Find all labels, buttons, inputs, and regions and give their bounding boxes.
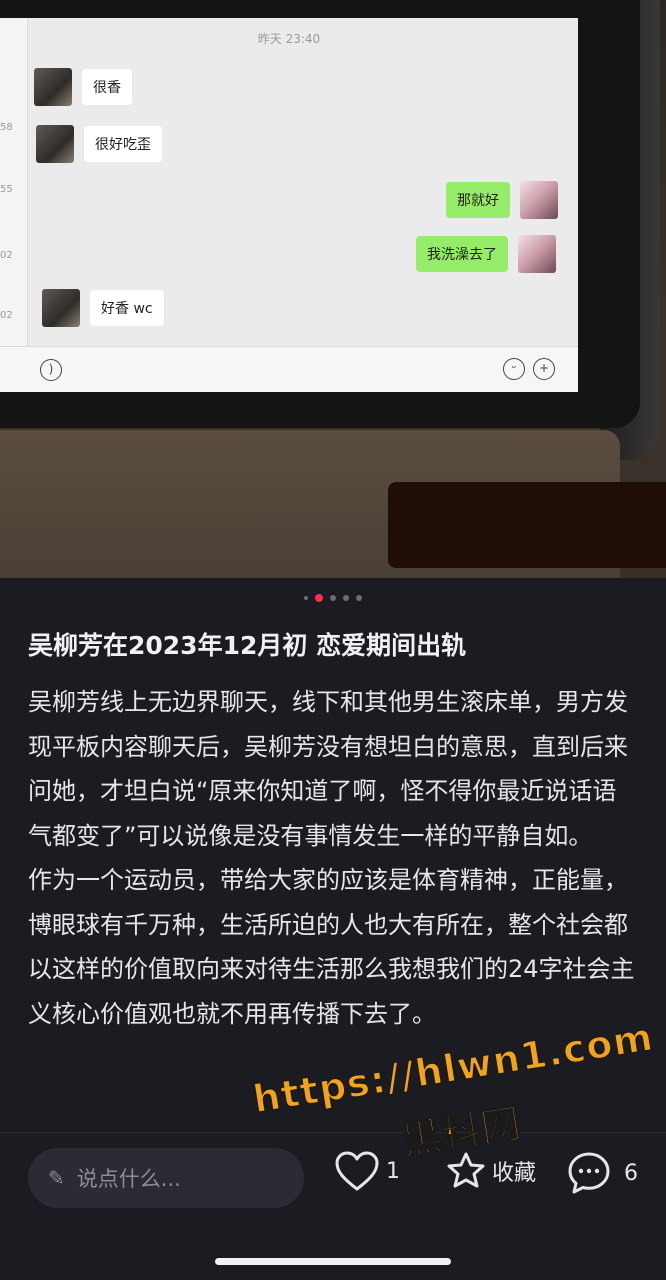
post-paragraph: 作为一个运动员，带给大家的应该是体育精神，正能量，博眼球有千万种，生活所迫的人也… [28,866,635,1028]
strip-time: 55 [0,184,13,195]
collect-button[interactable]: 收藏 [446,1150,536,1192]
chat-message: 很好吃歪 [36,125,172,163]
avatar [518,235,556,273]
star-icon [446,1150,486,1192]
chat-message: 那就好 [436,181,558,219]
chat-message: 好香 wc [42,289,174,327]
strip-time: 02 [0,310,13,321]
message-bubble: 很香 [82,69,132,105]
avatar [36,125,74,163]
home-indicator[interactable] [215,1258,451,1265]
pager-dot-active [315,594,323,602]
comment-input[interactable]: ✎ 说点什么... [28,1148,304,1208]
post-paragraph: 吴柳芳线上无边界聊天，线下和其他男生滚床单，男方发现平板内容聊天后，吴柳芳没有想… [28,688,628,850]
voice-icon: ) [40,359,62,381]
message-bubble: 很好吃歪 [84,126,162,162]
like-button[interactable]: 1 [334,1150,400,1192]
message-bubble: 我洗澡去了 [416,236,508,272]
chat-input-bar: ) ᵕ + [0,346,578,392]
like-count: 1 [386,1158,400,1184]
image-pager[interactable] [0,594,666,602]
comment-button[interactable]: 6 [566,1150,638,1196]
avatar [520,181,558,219]
strip-time: 02 [0,250,13,261]
chat-timestamp: 昨天 23:40 [257,32,321,46]
avatar [42,289,80,327]
post-photo[interactable]: 58 55 02 02 昨天 23:40 很香 很好吃歪 那就好 我洗澡去了 好… [0,0,666,578]
bottom-divider [0,1132,666,1133]
message-bubble: 好香 wc [90,290,164,326]
post-title: 吴柳芳在2023年12月初 恋爱期间出轨 [28,631,467,660]
comment-count: 6 [624,1160,638,1186]
plus-icon: + [533,358,555,380]
collect-label: 收藏 [492,1161,537,1186]
pager-dot [356,595,362,601]
comment-placeholder: 说点什么... [76,1167,181,1191]
pager-dot [304,596,308,600]
pencil-icon: ✎ [48,1166,65,1190]
chat-message: 很香 [34,68,142,106]
pager-dot [343,595,349,601]
avatar [34,68,72,106]
strip-time: 58 [0,122,13,133]
post-body: 吴柳芳线上无边界聊天，线下和其他男生滚床单，男方发现平板内容聊天后，吴柳芳没有想… [28,680,640,1036]
chat-list-strip: 58 55 02 02 [0,18,28,392]
pager-dot [330,595,336,601]
message-bubble: 那就好 [446,182,510,218]
chat-message: 我洗澡去了 [406,235,556,273]
heart-icon [334,1150,380,1192]
emoji-icon: ᵕ [503,358,525,380]
tablet-screen: 58 55 02 02 昨天 23:40 很香 很好吃歪 那就好 我洗澡去了 好… [0,18,578,392]
redaction-block [388,482,666,568]
comment-icon [566,1150,612,1196]
